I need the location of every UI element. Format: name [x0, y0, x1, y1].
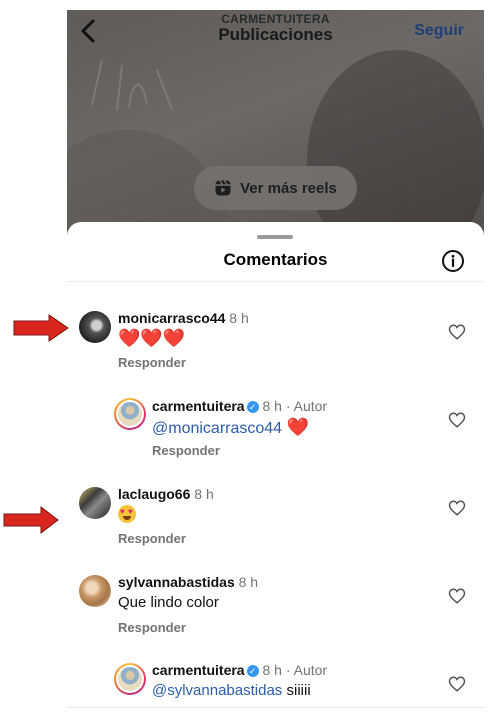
reply-button[interactable]: Responder	[118, 531, 186, 546]
follow-button[interactable]: Seguir	[414, 22, 464, 40]
reels-icon	[215, 180, 231, 196]
avatar[interactable]	[79, 311, 111, 343]
mention-link[interactable]: @sylvannabastidas	[152, 682, 282, 699]
comment-text: @sylvannabastidas siiiii	[152, 682, 311, 699]
red-arrow	[13, 314, 69, 342]
heart-icon[interactable]	[448, 411, 466, 429]
timestamp: 8 h	[229, 310, 249, 326]
avatar[interactable]	[114, 663, 146, 695]
heart-eyes-emoji-icon: ♥ ♥	[118, 505, 136, 523]
timestamp: 8 h · Autor	[262, 398, 328, 414]
info-icon[interactable]	[441, 249, 465, 273]
see-more-reels-button[interactable]: Ver más reels	[194, 166, 357, 210]
comment-emoji: ❤️	[286, 417, 309, 438]
comment-text: ♥ ♥	[118, 505, 136, 525]
reply-button[interactable]: Responder	[118, 620, 186, 635]
reply-button[interactable]: Responder	[152, 443, 220, 458]
heart-icon[interactable]	[448, 675, 466, 693]
avatar[interactable]	[114, 398, 146, 430]
timestamp: 8 h · Autor	[262, 662, 328, 678]
username[interactable]: carmentuitera	[152, 662, 245, 678]
comment-header: carmentuitera ✓ 8 h · Autor	[152, 662, 327, 678]
username[interactable]: laclaugo66	[118, 486, 190, 502]
timestamp: 8 h	[238, 574, 259, 590]
comment-header: monicarrasco44 8 h	[118, 310, 249, 326]
reply-button[interactable]: Responder	[118, 355, 186, 370]
avatar[interactable]	[79, 487, 111, 519]
comment-header: laclaugo66 8 h	[118, 486, 214, 502]
username[interactable]: sylvannabastidas	[118, 574, 235, 590]
divider	[67, 281, 484, 282]
heart-icon[interactable]	[448, 499, 466, 517]
comment-text: @monicarrasco44 ❤️	[152, 417, 309, 438]
verified-badge-icon: ✓	[246, 665, 259, 677]
mention-link[interactable]: @monicarrasco44	[152, 420, 282, 437]
heart-icon[interactable]	[448, 587, 466, 605]
top-bar: CARMENTUITERA Publicaciones Seguir	[67, 10, 484, 54]
comment-body: siiiii	[286, 682, 311, 699]
username[interactable]: carmentuitera	[152, 398, 245, 414]
see-more-reels-label: Ver más reels	[240, 179, 337, 197]
avatar[interactable]	[79, 575, 111, 607]
heart-icon[interactable]	[448, 323, 466, 341]
comment-header: carmentuitera ✓ 8 h · Autor	[152, 398, 327, 414]
username[interactable]: monicarrasco44	[118, 310, 225, 326]
divider	[67, 707, 484, 708]
comments-sheet: Comentarios	[67, 222, 484, 718]
verified-badge-icon: ✓	[246, 401, 259, 413]
post-image-detail	[91, 59, 173, 111]
comment-text: Que lindo color	[118, 594, 219, 611]
timestamp: 8 h	[194, 486, 214, 502]
comment-header: sylvannabastidas 8 h	[118, 574, 258, 590]
sheet-grabber[interactable]	[257, 235, 293, 239]
sheet-title: Comentarios	[223, 250, 328, 269]
comment-text: ❤️❤️❤️	[118, 328, 186, 349]
red-arrow	[3, 506, 59, 534]
